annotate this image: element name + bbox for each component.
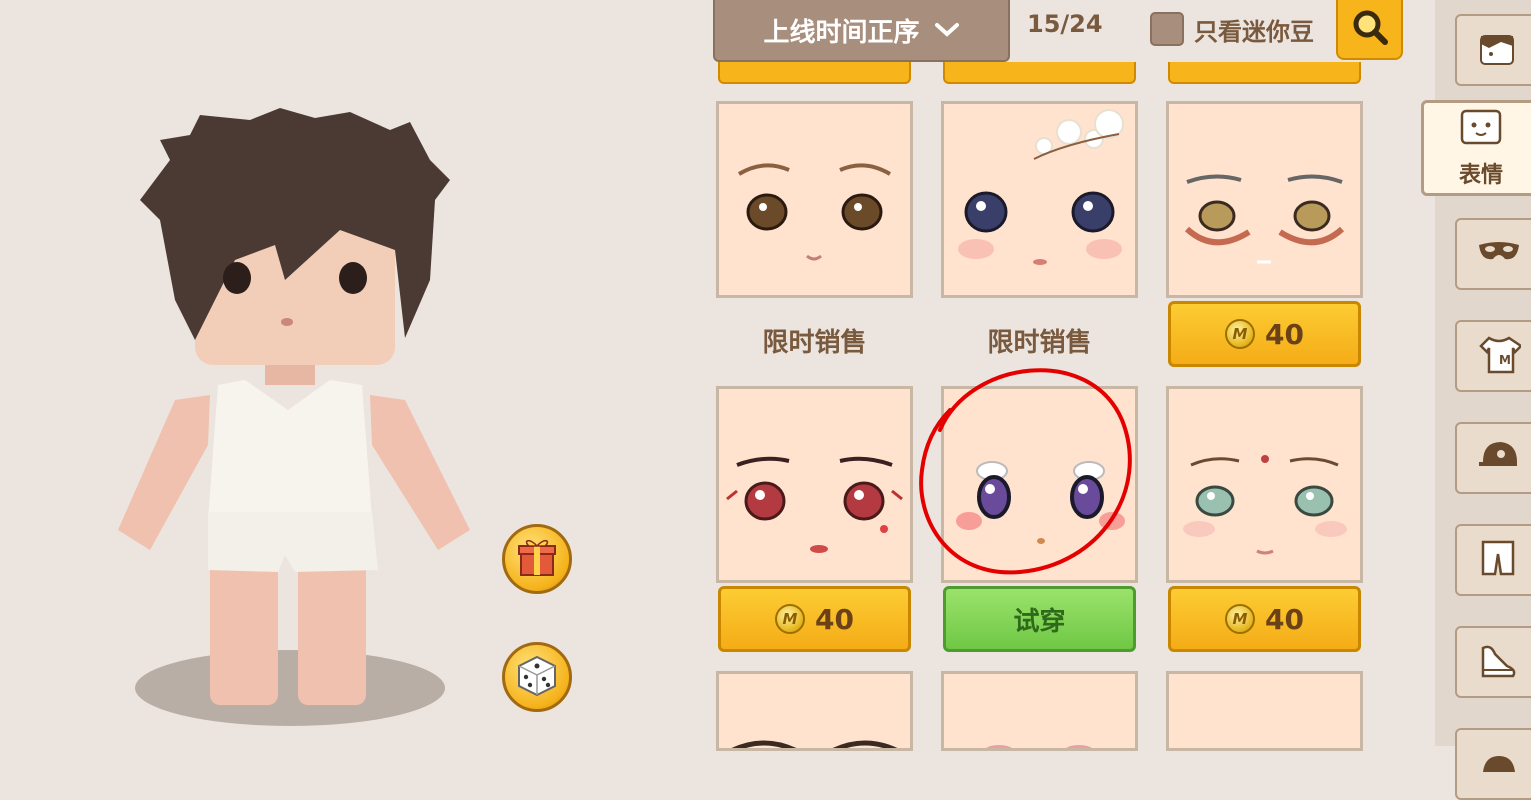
face-item[interactable] (716, 671, 913, 751)
character-avatar[interactable] (100, 100, 500, 740)
try-on-button[interactable]: 试穿 (943, 586, 1136, 652)
tab-shoes[interactable] (1455, 626, 1531, 698)
tab-expression[interactable]: 表情 (1421, 100, 1531, 196)
random-dice-button[interactable] (502, 642, 572, 712)
limited-sale-label: 限时销售 (762, 328, 867, 358)
face-item[interactable] (716, 386, 913, 583)
partial-price-button[interactable] (718, 62, 911, 84)
partial-price-button[interactable] (1168, 62, 1361, 84)
svg-text:M: M (1499, 353, 1511, 367)
partial-price-button[interactable] (943, 62, 1136, 84)
price-value: 40 (815, 602, 854, 636)
sort-dropdown[interactable]: 上线时间正序 (713, 0, 1010, 62)
dice-icon (515, 653, 559, 701)
face-item[interactable] (1166, 101, 1363, 298)
pants-icon (1477, 538, 1517, 582)
search-button[interactable] (1336, 0, 1403, 60)
gift-button[interactable] (502, 524, 572, 594)
face-item[interactable] (941, 101, 1138, 298)
buy-price-button[interactable]: M 40 (718, 586, 911, 652)
mask-icon (1477, 237, 1521, 271)
coin-icon: M (775, 604, 806, 634)
hair-icon (1477, 28, 1517, 72)
tab-shirt[interactable]: M (1455, 320, 1531, 392)
tab-expression-label: 表情 (1458, 163, 1503, 188)
coin-icon: M (1225, 319, 1256, 349)
face-item[interactable] (1166, 671, 1363, 751)
highlight-circle (919, 368, 1132, 575)
hat-icon (1477, 436, 1517, 480)
coin-icon: M (1225, 604, 1256, 634)
face-icon (1458, 107, 1504, 153)
mini-bean-only-checkbox[interactable] (1150, 12, 1184, 46)
tab-pants[interactable] (1455, 524, 1531, 596)
face-item[interactable] (1166, 386, 1363, 583)
backpack-icon (1477, 752, 1517, 776)
tab-mask[interactable] (1455, 218, 1531, 290)
tab-backpack[interactable] (1455, 728, 1531, 800)
shirt-icon: M (1477, 334, 1523, 378)
gift-icon (515, 535, 559, 583)
face-item[interactable] (716, 101, 913, 298)
page-count: 15/24 (1027, 10, 1103, 38)
tab-hat[interactable] (1455, 422, 1531, 494)
tab-hair[interactable] (1455, 14, 1531, 86)
price-value: 40 (1265, 317, 1304, 351)
search-icon (1350, 7, 1390, 51)
chevron-down-icon (934, 15, 960, 45)
buy-price-button[interactable]: M 40 (1168, 301, 1361, 367)
mini-bean-only-label[interactable]: 只看迷你豆 (1194, 12, 1314, 47)
price-value: 40 (1265, 602, 1304, 636)
shoes-icon (1477, 640, 1521, 684)
buy-price-button[interactable]: M 40 (1168, 586, 1361, 652)
sort-label: 上线时间正序 (763, 17, 920, 48)
face-item[interactable] (941, 671, 1138, 751)
